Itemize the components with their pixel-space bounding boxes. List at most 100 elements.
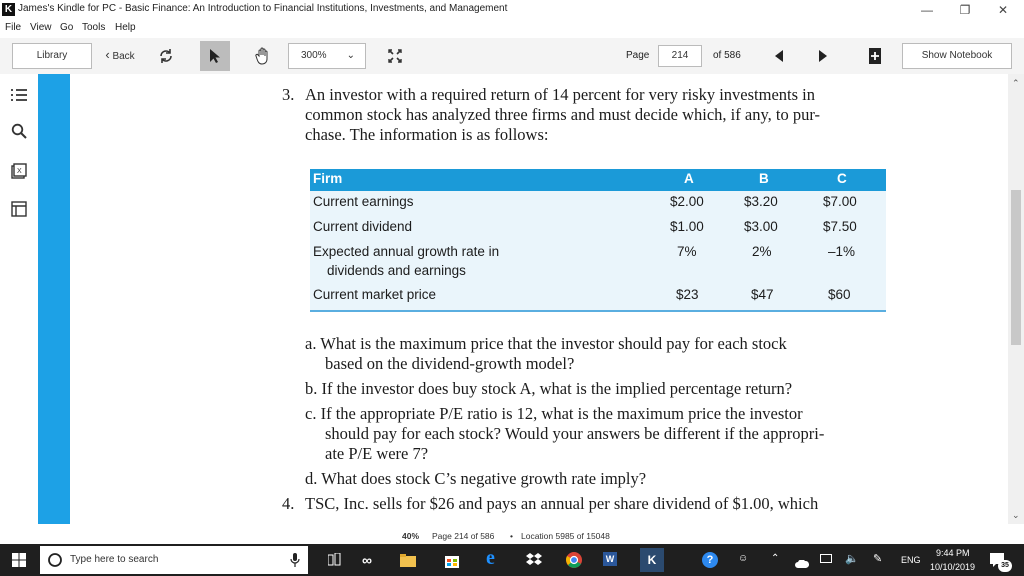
clock-time[interactable]: 9:44 PM	[936, 548, 970, 558]
fullscreen-icon[interactable]	[382, 44, 408, 68]
add-bookmark-icon[interactable]	[862, 44, 888, 68]
select-pointer-icon[interactable]	[200, 41, 230, 71]
page-number-input[interactable]: 214	[658, 45, 702, 67]
search-icon[interactable]	[8, 120, 30, 142]
chevron-down-icon: ⌄	[346, 50, 355, 61]
subquestion-d-line: d. What does stock C’s negative growth r…	[305, 469, 647, 488]
menu-view[interactable]: View	[30, 22, 52, 33]
table-row-label: Current earnings	[313, 194, 414, 209]
minimize-button[interactable]: —	[912, 1, 942, 19]
toolbar: Library ‹ Back 300% ⌄ Page 214 of 586 Sh…	[0, 38, 1024, 75]
input-language[interactable]: ENG	[901, 555, 921, 565]
question-number: 4.	[282, 494, 295, 513]
people-icon[interactable]: ☺	[738, 553, 748, 564]
chevron-up-icon[interactable]: ⌃	[771, 553, 779, 564]
microphone-icon[interactable]	[290, 553, 300, 567]
help-icon[interactable]: ?	[702, 552, 718, 568]
pen-ink-icon[interactable]: ✎	[873, 552, 882, 565]
clock-date[interactable]: 10/10/2019	[930, 562, 975, 572]
taskbar-search-box[interactable]: Type here to search	[40, 546, 308, 574]
next-page-icon[interactable]	[810, 44, 836, 68]
table-header-cell: C	[837, 171, 847, 186]
table-row-label: Current market price	[313, 287, 437, 302]
back-label: Back	[112, 51, 135, 62]
task-view-icon[interactable]	[327, 552, 342, 572]
table-row-label: Expected annual growth rate in	[313, 244, 500, 259]
back-button[interactable]: ‹ Back	[100, 43, 140, 69]
table-header-cell: A	[684, 171, 694, 186]
page-label: Page	[626, 50, 650, 61]
subquestion-b-line: b. If the investor does buy stock A, wha…	[305, 379, 793, 398]
subquestion-c-line: should pay for each stock? Would your an…	[325, 424, 825, 443]
flashcards-icon[interactable]: X	[8, 160, 30, 182]
table-of-contents-icon[interactable]	[8, 84, 30, 106]
battery-icon[interactable]	[820, 554, 832, 563]
menu-file[interactable]: File	[5, 22, 21, 33]
menu-help[interactable]: Help	[115, 22, 136, 33]
status-separator: •	[510, 531, 513, 541]
subquestion-c-line: c. If the appropriate P/E ratio is 12, w…	[305, 404, 803, 423]
cortana-circle-icon	[48, 553, 62, 567]
menu-tools[interactable]: Tools	[82, 22, 105, 33]
question-text-line: An investor with a required return of 14…	[305, 85, 815, 104]
book-page: 3. An investor with a required return of…	[38, 74, 1008, 524]
subquestion-c-line: ate P/E were 7?	[325, 444, 429, 463]
table-cell: 2%	[752, 244, 772, 259]
scroll-down-icon[interactable]: ⌄	[1012, 510, 1020, 521]
edge-browser-icon[interactable]: e	[486, 547, 495, 570]
table-header	[310, 169, 886, 191]
kindle-logo-icon: K	[2, 3, 15, 16]
subquestion-a-line: based on the dividend-growth model?	[325, 354, 575, 373]
close-button[interactable]: ✕	[988, 1, 1018, 19]
show-notebook-button[interactable]: Show Notebook	[902, 43, 1012, 69]
table-row-label: Current dividend	[313, 219, 413, 234]
table-cell: $2.00	[670, 194, 704, 209]
table-cell: $3.20	[744, 194, 778, 209]
infinity-app-icon[interactable]: ∞	[362, 552, 372, 568]
file-explorer-icon[interactable]	[400, 553, 416, 572]
volume-icon[interactable]: 🔈	[845, 552, 859, 565]
scrollbar-thumb[interactable]	[1011, 190, 1021, 345]
table-cell: $23	[676, 287, 699, 302]
svg-text:X: X	[17, 168, 22, 175]
window-title: James's Kindle for PC - Basic Finance: A…	[18, 3, 508, 14]
table-cell: –1%	[828, 244, 856, 259]
onedrive-cloud-icon[interactable]	[795, 555, 810, 573]
table-cell: 7%	[677, 244, 697, 259]
previous-page-icon[interactable]	[766, 44, 792, 68]
dropbox-icon[interactable]	[526, 552, 542, 573]
menu-bar: File View Go Tools Help	[0, 20, 1024, 38]
page-position: Page 214 of 586	[432, 531, 495, 541]
question-text-line: common stock has analyzed three firms an…	[305, 105, 820, 124]
firm-data-table: Firm A B C Current earnings $2.00 $3.20 …	[310, 169, 886, 312]
question-text-line: chase. The information is as follows:	[305, 125, 549, 144]
scroll-up-icon[interactable]: ⌃	[1012, 78, 1020, 89]
kindle-taskbar-icon[interactable]: K	[640, 548, 664, 572]
reader-sidebar: X	[0, 74, 38, 524]
library-button[interactable]: Library	[12, 43, 92, 69]
zoom-select[interactable]: 300% ⌄	[288, 43, 366, 69]
chevron-left-icon: ‹	[105, 47, 110, 62]
table-cell: $7.00	[823, 194, 857, 209]
page-total-label: of 586	[713, 50, 741, 61]
table-cell: $3.00	[744, 219, 778, 234]
table-cell: $47	[751, 287, 774, 302]
table-cell: $1.00	[670, 219, 704, 234]
chrome-icon[interactable]	[566, 552, 582, 573]
location-position: Location 5985 of 15048	[521, 531, 610, 541]
search-placeholder: Type here to search	[70, 554, 159, 565]
reading-progress: 40%	[402, 531, 420, 541]
pan-hand-icon[interactable]	[250, 44, 276, 68]
sync-icon[interactable]	[153, 44, 179, 68]
menu-go[interactable]: Go	[60, 22, 73, 33]
question-text-line: TSC, Inc. sells for $26 and pays an annu…	[305, 494, 819, 513]
table-cell: $60	[828, 287, 851, 302]
word-icon[interactable]: W	[603, 552, 617, 566]
restore-button[interactable]: ❐	[950, 1, 980, 19]
notebook-icon[interactable]	[8, 198, 30, 220]
windows-start-icon[interactable]	[12, 553, 26, 572]
status-bar: 40% Page 214 of 586 • Location 5985 of 1…	[0, 524, 1024, 544]
table-header-cell: Firm	[313, 171, 343, 186]
subquestion-a-line: a. What is the maximum price that the in…	[305, 334, 787, 353]
store-icon[interactable]	[444, 552, 460, 573]
